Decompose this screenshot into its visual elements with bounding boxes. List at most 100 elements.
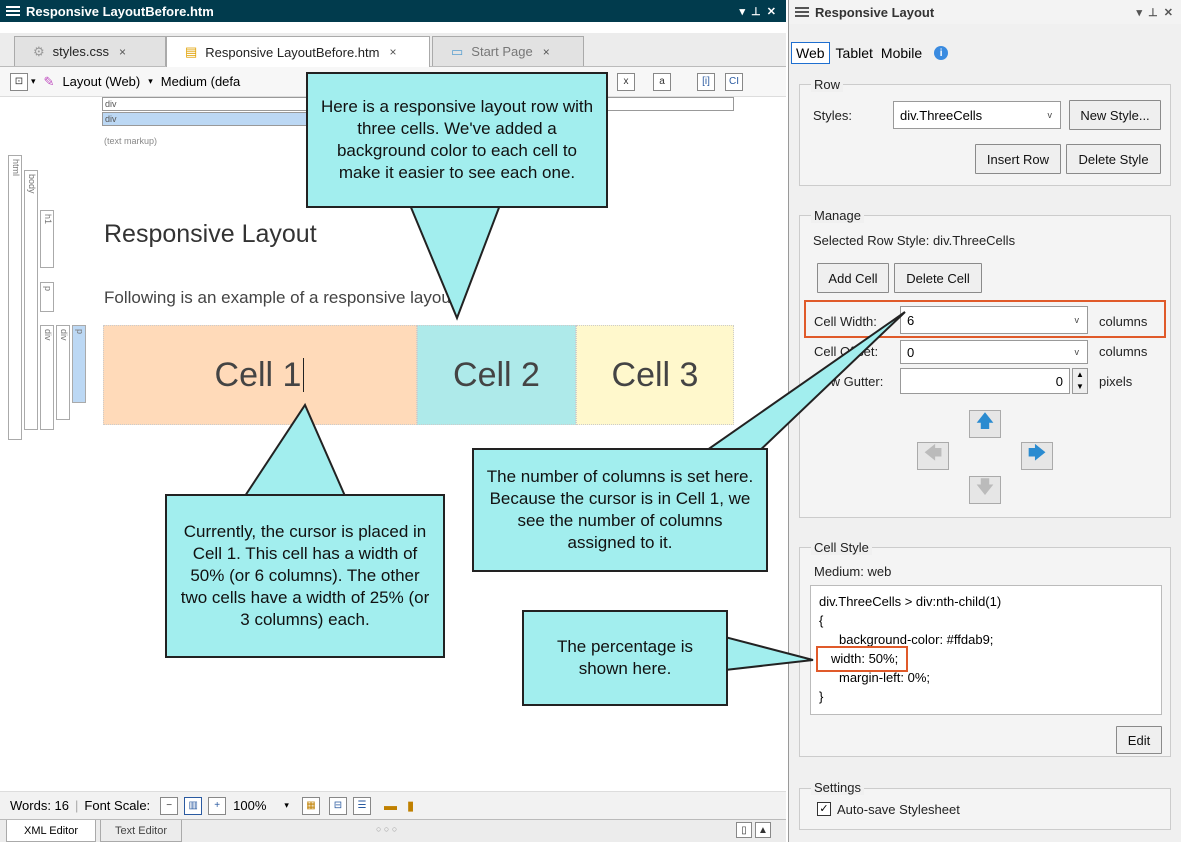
dropdown-arrow-icon[interactable]: ▾ [284, 800, 289, 811]
cell-style-group-label: Cell Style [811, 540, 872, 555]
start-page-icon: ▭ [451, 43, 464, 59]
manage-group-label: Manage [811, 208, 864, 223]
zoom-reset-icon[interactable]: ▥ [184, 796, 203, 815]
edit-button[interactable]: Edit [1116, 726, 1162, 754]
structure-tag-body[interactable]: body [24, 170, 38, 430]
spinner-icon[interactable]: ▲ ▼ [1072, 368, 1088, 394]
row-gutter-unit: pixels [1099, 374, 1133, 389]
delete-cell-button[interactable]: Delete Cell [894, 263, 982, 293]
tab-mobile[interactable]: Mobile [881, 45, 922, 61]
medium-label: Medium: web [814, 564, 892, 579]
selected-row-style: Selected Row Style: div.ThreeCells [813, 233, 1016, 248]
responsive-layout-panel: Responsive Layout ▾ ⊥ ✕ Web Tablet Mobil… [788, 0, 1181, 842]
row-gutter-input[interactable]: 0 [900, 368, 1070, 394]
structure-tag-div[interactable]: div [56, 325, 70, 420]
snippet-icon[interactable]: [i] [697, 73, 715, 91]
layout-icon[interactable]: ✎ [44, 74, 55, 90]
structure-tag-div[interactable]: div [40, 325, 54, 430]
condition-icon[interactable]: CI [725, 73, 743, 91]
layout-cell-2[interactable]: Cell 2 [417, 325, 576, 425]
cell-offset-unit: columns [1099, 344, 1148, 359]
add-cell-button[interactable]: Add Cell [817, 263, 889, 293]
grid-icon[interactable]: ▦ [301, 796, 320, 815]
vertical-ruler-icon[interactable]: ▮ [407, 798, 414, 814]
markup-text: (text markup) [104, 136, 158, 146]
chevron-down-icon: v [1074, 347, 1080, 357]
splitter-handle[interactable]: ○ ○ ○ [376, 824, 397, 834]
menu-icon[interactable] [6, 6, 20, 16]
close-icon[interactable]: × [543, 45, 550, 59]
medium-dropdown[interactable]: Medium (defa [161, 74, 240, 89]
cell-offset-label: Cell Offset: [814, 344, 879, 359]
structure-tag-h1[interactable]: h1 [40, 210, 54, 268]
delete-style-button[interactable]: Delete Style [1066, 144, 1161, 174]
text-icon[interactable]: a [653, 73, 671, 91]
document-tabs: ⚙ styles.css × ▤ Responsive LayoutBefore… [0, 33, 786, 67]
text-cursor [303, 358, 305, 392]
arrow-up-icon[interactable]: 🡅 [969, 410, 1001, 438]
cell-label: Cell 2 [453, 355, 540, 394]
window-controls-icon[interactable]: ▾ ⊥ ✕ [1136, 6, 1173, 19]
zoom-value[interactable]: 100% [233, 798, 266, 813]
view-icon[interactable]: ⊡ [10, 72, 28, 91]
tab-responsive-layout[interactable]: ▤ Responsive LayoutBefore.htm × [166, 36, 430, 67]
layout-cell-3[interactable]: Cell 3 [576, 325, 734, 425]
structure-tag-html[interactable]: html [8, 155, 22, 440]
page-paragraph[interactable]: Following is an example of a responsive … [104, 288, 460, 308]
settings-group-label: Settings [811, 780, 864, 795]
row-group-label: Row [811, 77, 844, 92]
editor-titlebar: Responsive LayoutBefore.htm ▾ ⊥ ✕ [0, 0, 786, 22]
close-icon[interactable]: × [119, 45, 126, 59]
code-line: div.ThreeCells > div:nth-child(1) [819, 594, 1002, 609]
editor-title: Responsive LayoutBefore.htm [26, 3, 214, 19]
arrow-left-icon[interactable]: 🡄 [917, 442, 949, 470]
code-line: } [819, 689, 824, 704]
tab-xml-editor[interactable]: XML Editor [6, 820, 96, 842]
tab-tablet[interactable]: Tablet [836, 45, 873, 61]
dropdown-arrow-icon[interactable]: ▾ [148, 76, 153, 87]
styles-select[interactable]: div.ThreeCells v [893, 101, 1061, 129]
htm-file-icon: ▤ [185, 44, 198, 59]
dropdown-arrow-icon[interactable]: ▾ [31, 76, 36, 87]
highlight-box [816, 646, 908, 672]
layout-cell-1[interactable]: Cell 1 [103, 325, 417, 425]
word-count: Words: 16 [10, 798, 70, 813]
tab-styles-css[interactable]: ⚙ styles.css × [14, 36, 166, 66]
split-icon[interactable]: ▯ [736, 822, 752, 838]
menu-icon[interactable] [795, 7, 809, 17]
css-file-icon: ⚙ [33, 43, 45, 59]
highlight-box [804, 300, 1166, 338]
zoom-in-icon[interactable]: + [208, 796, 227, 815]
callout-cursor: Currently, the cursor is placed in Cell … [165, 494, 445, 658]
arrow-down-icon[interactable]: 🡇 [969, 476, 1001, 504]
collapse-icon[interactable]: ▲ [755, 822, 771, 838]
new-style-button[interactable]: New Style... [1069, 100, 1161, 130]
zoom-out-icon[interactable]: − [160, 796, 179, 815]
tab-start-page[interactable]: ▭ Start Page × [432, 36, 584, 66]
chevron-down-icon: v [1047, 110, 1053, 120]
info-icon[interactable]: i [934, 46, 949, 60]
markup-row-selected[interactable]: div [102, 112, 312, 126]
window-controls-icon[interactable]: ▾ ⊥ ✕ [739, 5, 776, 18]
callout-percentage: The percentage is shown here. [522, 610, 728, 706]
variable-icon[interactable]: x [617, 73, 635, 91]
show-structure-icon[interactable]: ☰ [352, 796, 371, 815]
structure-tag-p[interactable]: p [40, 282, 54, 312]
medium-tabs: Web Tablet Mobile i [791, 40, 949, 66]
tab-label: Responsive LayoutBefore.htm [205, 44, 380, 60]
tab-web[interactable]: Web [791, 42, 830, 64]
structure-tag-p[interactable]: p [72, 325, 86, 403]
autosave-checkbox[interactable]: ✓ [817, 802, 831, 816]
cell-offset-value: 0 [907, 344, 915, 360]
layout-dropdown[interactable]: Layout (Web) [62, 74, 140, 89]
cell-offset-select[interactable]: 0v [900, 340, 1088, 364]
show-tags-icon[interactable]: ⊟ [328, 796, 347, 815]
close-icon[interactable]: × [389, 45, 396, 59]
styles-label: Styles: [813, 108, 853, 123]
arrow-right-icon[interactable]: 🡆 [1021, 442, 1053, 470]
tab-text-editor[interactable]: Text Editor [100, 820, 182, 842]
cell-label: Cell 3 [611, 355, 699, 394]
ruler-icon[interactable]: ▬ [384, 798, 397, 813]
page-heading[interactable]: Responsive Layout [104, 220, 317, 249]
insert-row-button[interactable]: Insert Row [975, 144, 1061, 174]
